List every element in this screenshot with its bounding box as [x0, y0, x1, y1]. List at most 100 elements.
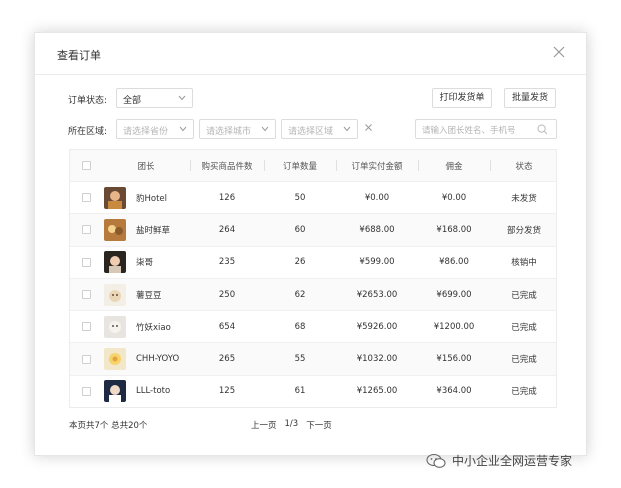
leader-name: 盐时鲜草	[136, 225, 171, 236]
commission: ¥0.00	[441, 192, 467, 203]
row-checkbox[interactable]	[81, 257, 91, 267]
order-count: 61	[294, 386, 306, 397]
pagination: 上一页 1/3 下一页	[251, 419, 332, 431]
row-checkbox[interactable]	[81, 386, 91, 396]
dialog-title: 查看订单	[57, 49, 101, 62]
paid-amount: ¥688.00	[359, 224, 395, 235]
col-header-status: 状态	[515, 161, 533, 172]
row-checkbox[interactable]	[81, 354, 91, 364]
chevron-down-icon	[179, 126, 187, 132]
status-text: 已完成	[511, 290, 537, 301]
commission: ¥156.00	[436, 354, 472, 365]
paid-amount: ¥0.00	[364, 192, 390, 203]
status-text: 未发货	[511, 193, 537, 204]
status-text: 核销中	[511, 258, 537, 269]
paid-amount: ¥2653.00	[356, 289, 398, 300]
search-placeholder: 请输入团长姓名、手机号	[422, 126, 516, 136]
items-count: 654	[218, 321, 236, 332]
row-checkbox[interactable]	[81, 225, 91, 235]
orders-table: 团长 购买商品件数 订单数量 订单实付金额 佣金 状态 豹Hotel 126 5…	[69, 149, 557, 409]
paid-amount: ¥599.00	[359, 257, 395, 268]
order-count: 26	[294, 257, 306, 268]
leader-name: 薯豆豆	[136, 290, 162, 301]
commission: ¥86.00	[439, 257, 469, 268]
status-text: 已完成	[511, 387, 537, 398]
leader-name: 柒哥	[136, 258, 154, 269]
district-select[interactable]: 请选择区域	[281, 119, 358, 139]
print-delivery-button[interactable]: 打印发货单	[432, 88, 492, 108]
status-text: 已完成	[511, 355, 537, 366]
dialog-header: 查看订单	[35, 33, 586, 75]
items-count: 250	[218, 289, 236, 300]
row-checkbox[interactable]	[81, 193, 91, 203]
leader-name: CHH-YOYO	[136, 354, 180, 365]
row-checkbox[interactable]	[81, 290, 91, 300]
leader-name: 豹Hotel	[136, 193, 168, 204]
avatar	[104, 315, 126, 338]
province-placeholder: 请选择省份	[123, 127, 169, 137]
col-header-leader: 团长	[137, 161, 155, 172]
next-page-link[interactable]: 下一页	[306, 419, 332, 431]
clear-region-icon[interactable]	[364, 123, 373, 135]
col-header-paid: 订单实付金额	[351, 161, 403, 172]
items-count: 265	[218, 354, 236, 365]
prev-page-link[interactable]: 上一页	[251, 419, 277, 431]
avatar	[104, 186, 126, 209]
status-text: 已完成	[511, 322, 537, 333]
paid-amount: ¥5926.00	[356, 321, 398, 332]
order-count: 60	[294, 224, 306, 235]
search-icon[interactable]	[537, 124, 548, 135]
district-placeholder: 请选择区域	[288, 127, 334, 137]
status-text: 部分发货	[506, 225, 541, 236]
items-count: 264	[218, 224, 236, 235]
col-header-items: 购买商品件数	[201, 161, 253, 172]
table-row[interactable]: LLL-toto 125 61 ¥1265.00 ¥364.00 已完成	[70, 374, 556, 407]
col-header-commission: 佣金	[445, 161, 463, 172]
table-row[interactable]: CHH-YOYO 265 55 ¥1032.00 ¥156.00 已完成	[70, 342, 556, 375]
table-row[interactable]: 豹Hotel 126 50 ¥0.00 ¥0.00 未发货	[70, 181, 556, 213]
table-row[interactable]: 薯豆豆 250 62 ¥2653.00 ¥699.00 已完成	[70, 277, 556, 311]
page-summary: 本页共7个 总共20个	[69, 421, 148, 431]
items-count: 125	[218, 386, 236, 397]
order-dialog: 查看订单 订单状态: 全部 打印发货单 批量发货 所在区域: 请选择省份 请选择…	[34, 32, 587, 456]
region-label: 所在区域:	[68, 127, 108, 137]
paid-amount: ¥1265.00	[356, 386, 398, 397]
leader-search-input[interactable]: 请输入团长姓名、手机号	[415, 119, 557, 139]
order-count: 50	[294, 192, 306, 203]
avatar	[104, 251, 126, 274]
paid-amount: ¥1032.00	[356, 354, 398, 365]
page-indicator: 1/3	[284, 419, 299, 429]
select-all-checkbox[interactable]	[81, 161, 91, 170]
row-checkbox[interactable]	[81, 322, 91, 332]
close-icon[interactable]	[552, 45, 566, 59]
avatar	[104, 380, 126, 403]
chevron-down-icon	[261, 126, 269, 132]
order-status-value: 全部	[123, 96, 142, 106]
city-select[interactable]: 请选择城市	[199, 119, 276, 139]
commission: ¥168.00	[436, 224, 472, 235]
order-count: 62	[294, 289, 306, 300]
commission: ¥699.00	[436, 289, 472, 300]
avatar	[104, 283, 126, 306]
items-count: 235	[218, 257, 236, 268]
table-row[interactable]: 盐时鲜草 264 60 ¥688.00 ¥168.00 部分发货	[70, 213, 556, 246]
items-count: 126	[218, 192, 236, 203]
province-select[interactable]: 请选择省份	[116, 119, 194, 139]
city-placeholder: 请选择城市	[206, 127, 252, 137]
batch-ship-button[interactable]: 批量发货	[504, 88, 556, 108]
order-status-select[interactable]: 全部	[116, 88, 193, 108]
table-header-row: 团长 购买商品件数 订单数量 订单实付金额 佣金 状态	[70, 150, 556, 181]
leader-name: 竹妖xiao	[136, 322, 171, 333]
order-status-label: 订单状态:	[68, 96, 108, 106]
avatar	[104, 218, 126, 241]
commission: ¥364.00	[436, 386, 472, 397]
col-header-orders: 订单数量	[282, 161, 317, 172]
order-count: 68	[294, 321, 306, 332]
table-row[interactable]: 柒哥 235 26 ¥599.00 ¥86.00 核销中	[70, 245, 556, 278]
leader-name: LLL-toto	[136, 386, 171, 397]
order-count: 55	[294, 354, 306, 365]
table-row[interactable]: 竹妖xiao 654 68 ¥5926.00 ¥1200.00 已完成	[70, 310, 556, 342]
watermark-text: 中小企业全网运营专家	[452, 454, 573, 468]
commission: ¥1200.00	[433, 321, 475, 332]
chevron-down-icon	[178, 95, 186, 101]
